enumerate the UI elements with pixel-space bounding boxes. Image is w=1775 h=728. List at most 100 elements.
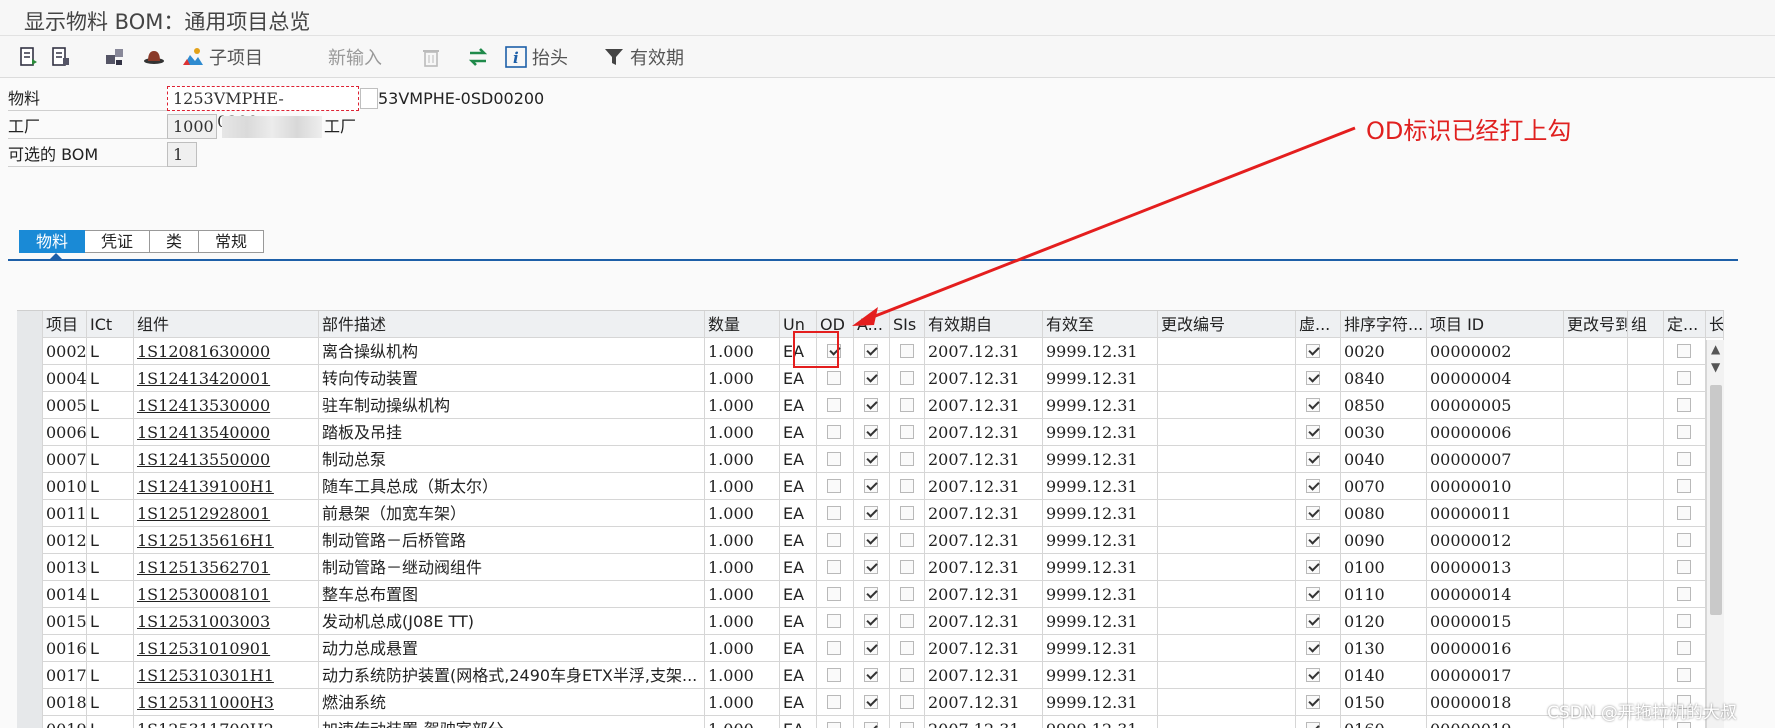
a-checkbox[interactable]	[864, 695, 878, 709]
column-header[interactable]: 更改号到	[1564, 311, 1628, 338]
virtual-checkbox[interactable]	[1306, 344, 1320, 358]
where-used-icon[interactable]	[104, 44, 131, 70]
sis-checkbox[interactable]	[900, 641, 914, 655]
sis-checkbox[interactable]	[900, 722, 914, 728]
fixed-checkbox[interactable]	[1677, 479, 1691, 493]
component-link[interactable]: 1S12081630000	[134, 338, 319, 365]
a-checkbox[interactable]	[864, 614, 878, 628]
table-row[interactable]: 0011 L 1S12512928001 前悬架（加宽车架） 1.000 EA 2007.1…	[17, 500, 1724, 527]
od-checkbox[interactable]	[827, 398, 841, 412]
virtual-checkbox[interactable]	[1306, 371, 1320, 385]
table-row[interactable]: 0005 L 1S12413530000 驻车制动操纵机构 1.000 EA 2007.12…	[17, 392, 1724, 419]
column-header[interactable]: 组件	[134, 311, 319, 338]
row-selector[interactable]	[17, 338, 43, 365]
fixed-checkbox[interactable]	[1677, 641, 1691, 655]
tab-material[interactable]: 物料	[19, 230, 86, 253]
column-header[interactable]: 项目 ID	[1427, 311, 1564, 338]
vertical-scrollbar[interactable]: ▲ ▼	[1706, 340, 1724, 728]
od-checkbox[interactable]	[827, 560, 841, 574]
sis-checkbox[interactable]	[900, 452, 914, 466]
a-checkbox[interactable]	[864, 641, 878, 655]
od-checkbox[interactable]	[827, 479, 841, 493]
a-checkbox[interactable]	[864, 668, 878, 682]
tab-general[interactable]: 常规	[199, 230, 265, 253]
row-selector[interactable]	[17, 716, 43, 728]
a-checkbox[interactable]	[864, 722, 878, 728]
od-checkbox[interactable]	[827, 533, 841, 547]
table-row[interactable]: 0010 L 1S124139100H1 随车工具总成（斯太尔） 1.000 EA 2007…	[17, 473, 1724, 500]
row-selector[interactable]	[17, 527, 43, 554]
component-link[interactable]: 1S125310301H1	[134, 662, 319, 689]
sis-checkbox[interactable]	[900, 398, 914, 412]
column-header[interactable]: 定...	[1664, 311, 1706, 338]
virtual-checkbox[interactable]	[1306, 425, 1320, 439]
column-header[interactable]: 部件描述	[319, 311, 705, 338]
row-selector[interactable]	[17, 608, 43, 635]
virtual-checkbox[interactable]	[1306, 398, 1320, 412]
select-all-cell[interactable]	[17, 311, 43, 338]
od-checkbox[interactable]	[827, 668, 841, 682]
copy-icon[interactable]	[360, 88, 378, 109]
column-header[interactable]: 排序字符...	[1341, 311, 1427, 338]
column-header[interactable]: 长	[1706, 311, 1724, 338]
a-checkbox[interactable]	[864, 533, 878, 547]
od-checkbox[interactable]	[827, 722, 841, 728]
table-row[interactable]: 0013 L 1S12513562701 制动管路－继动阀组件 1.000 EA 2007.…	[17, 554, 1724, 581]
table-row[interactable]: 0018 L 1S125311000H3 燃油系统 1.000 EA 2007.12.31 9…	[17, 689, 1724, 716]
material-field[interactable]: 1253VMPHE-0SD00200	[167, 86, 359, 131]
a-checkbox[interactable]	[864, 452, 878, 466]
fixed-checkbox[interactable]	[1677, 344, 1691, 358]
sis-checkbox[interactable]	[900, 371, 914, 385]
fixed-checkbox[interactable]	[1677, 371, 1691, 385]
row-selector[interactable]	[17, 419, 43, 446]
row-selector[interactable]	[17, 473, 43, 500]
a-checkbox[interactable]	[864, 344, 878, 358]
column-header[interactable]: 有效期自	[925, 311, 1043, 338]
column-header[interactable]: ICt	[87, 311, 134, 338]
table-row[interactable]: 0019L1S125311700H2加速传动装置-驾驶室部分1.000EA 200…	[17, 716, 1724, 728]
table-row[interactable]: 0016 L 1S12531010901 动力总成悬置 1.000 EA 2007.12.3…	[17, 635, 1724, 662]
virtual-checkbox[interactable]	[1306, 668, 1320, 682]
component-link[interactable]: 1S12530008101	[134, 581, 319, 608]
row-selector[interactable]	[17, 500, 43, 527]
a-checkbox[interactable]	[864, 587, 878, 601]
validity-button[interactable]: 有效期	[603, 44, 684, 70]
sis-checkbox[interactable]	[900, 506, 914, 520]
swap-icon[interactable]	[467, 44, 494, 70]
column-header[interactable]: 更改编号	[1158, 311, 1296, 338]
table-row[interactable]: 0017 L 1S125310301H1 动力系统防护装置(网格式,2490车身ETX…	[17, 662, 1724, 689]
component-link[interactable]: 1S12531010901	[134, 635, 319, 662]
od-checkbox[interactable]	[827, 587, 841, 601]
od-checkbox[interactable]	[827, 641, 841, 655]
sis-checkbox[interactable]	[900, 425, 914, 439]
table-row[interactable]: 0007 L 1S12413550000 制动总泵 1.000 EA 2007.12.31 9…	[17, 446, 1724, 473]
a-checkbox[interactable]	[864, 371, 878, 385]
od-checkbox[interactable]	[827, 452, 841, 466]
od-checkbox[interactable]	[827, 614, 841, 628]
virtual-checkbox[interactable]	[1306, 560, 1320, 574]
fixed-checkbox[interactable]	[1677, 614, 1691, 628]
component-link[interactable]: 1S12413550000	[134, 446, 319, 473]
fixed-checkbox[interactable]	[1677, 533, 1691, 547]
scroll-down-icon[interactable]: ▼	[1711, 360, 1720, 374]
first-level-icon[interactable]	[18, 44, 45, 70]
table-row[interactable]: 0006 L 1S12413540000 踏板及吊挂 1.000 EA 2007.12.31…	[17, 419, 1724, 446]
row-selector[interactable]	[17, 689, 43, 716]
fixed-checkbox[interactable]	[1677, 398, 1691, 412]
virtual-checkbox[interactable]	[1306, 533, 1320, 547]
fixed-checkbox[interactable]	[1677, 587, 1691, 601]
od-checkbox[interactable]	[827, 695, 841, 709]
sis-checkbox[interactable]	[900, 614, 914, 628]
tab-document[interactable]: 凭证	[85, 230, 151, 253]
scroll-thumb[interactable]	[1710, 385, 1722, 615]
a-checkbox[interactable]	[864, 560, 878, 574]
row-selector[interactable]	[17, 446, 43, 473]
header-button[interactable]: i 抬头	[505, 44, 568, 70]
virtual-checkbox[interactable]	[1306, 479, 1320, 493]
component-link[interactable]: 1S125311000H3	[134, 689, 319, 716]
virtual-checkbox[interactable]	[1306, 641, 1320, 655]
a-checkbox[interactable]	[864, 425, 878, 439]
component-link[interactable]: 1S12413530000	[134, 392, 319, 419]
fixed-checkbox[interactable]	[1677, 560, 1691, 574]
virtual-checkbox[interactable]	[1306, 587, 1320, 601]
